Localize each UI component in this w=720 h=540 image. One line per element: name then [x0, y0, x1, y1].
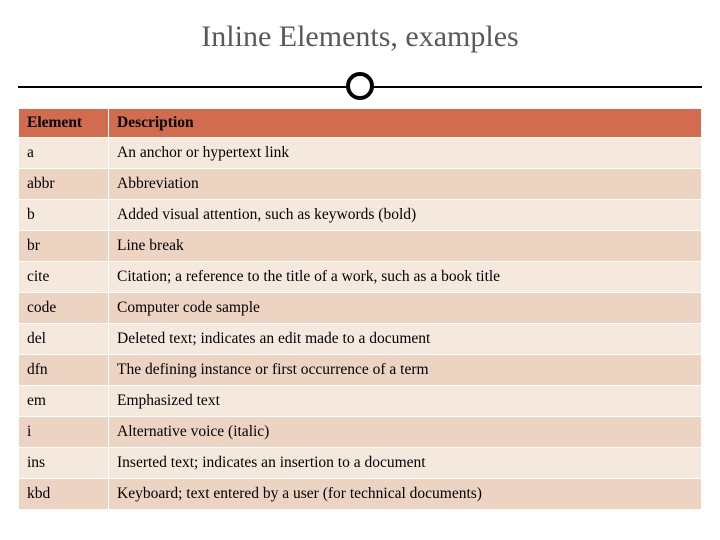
slide: Inline Elements, examples Element Descri…	[0, 0, 720, 540]
table-row: em Emphasized text	[19, 386, 702, 417]
cell-description: Abbreviation	[109, 169, 702, 200]
table-row: ins Inserted text; indicates an insertio…	[19, 448, 702, 479]
table-row: dfn The defining instance or first occur…	[19, 355, 702, 386]
table-row: code Computer code sample	[19, 293, 702, 324]
cell-description: Deleted text; indicates an edit made to …	[109, 324, 702, 355]
cell-element: dfn	[19, 355, 109, 386]
cell-description: Computer code sample	[109, 293, 702, 324]
cell-element: em	[19, 386, 109, 417]
header-element: Element	[19, 109, 109, 138]
divider-circle-icon	[346, 72, 374, 100]
cell-element: code	[19, 293, 109, 324]
cell-element: abbr	[19, 169, 109, 200]
table-row: a An anchor or hypertext link	[19, 138, 702, 169]
table-row: cite Citation; a reference to the title …	[19, 262, 702, 293]
cell-description: Keyboard; text entered by a user (for te…	[109, 479, 702, 510]
cell-element: b	[19, 200, 109, 231]
table-row: abbr Abbreviation	[19, 169, 702, 200]
cell-element: a	[19, 138, 109, 169]
cell-description: Line break	[109, 231, 702, 262]
cell-element: ins	[19, 448, 109, 479]
cell-element: del	[19, 324, 109, 355]
elements-table: Element Description a An anchor or hyper…	[18, 108, 702, 510]
cell-element: br	[19, 231, 109, 262]
table-row: b Added visual attention, such as keywor…	[19, 200, 702, 231]
table-row: kbd Keyboard; text entered by a user (fo…	[19, 479, 702, 510]
table-row: br Line break	[19, 231, 702, 262]
cell-description: Emphasized text	[109, 386, 702, 417]
header-description: Description	[109, 109, 702, 138]
cell-description: An anchor or hypertext link	[109, 138, 702, 169]
cell-description: Inserted text; indicates an insertion to…	[109, 448, 702, 479]
divider	[18, 72, 702, 100]
cell-element: i	[19, 417, 109, 448]
table-row: del Deleted text; indicates an edit made…	[19, 324, 702, 355]
table-header-row: Element Description	[19, 109, 702, 138]
page-title: Inline Elements, examples	[18, 20, 702, 54]
cell-description: Citation; a reference to the title of a …	[109, 262, 702, 293]
cell-element: cite	[19, 262, 109, 293]
cell-description: The defining instance or first occurrenc…	[109, 355, 702, 386]
cell-description: Added visual attention, such as keywords…	[109, 200, 702, 231]
cell-element: kbd	[19, 479, 109, 510]
table-row: i Alternative voice (italic)	[19, 417, 702, 448]
cell-description: Alternative voice (italic)	[109, 417, 702, 448]
